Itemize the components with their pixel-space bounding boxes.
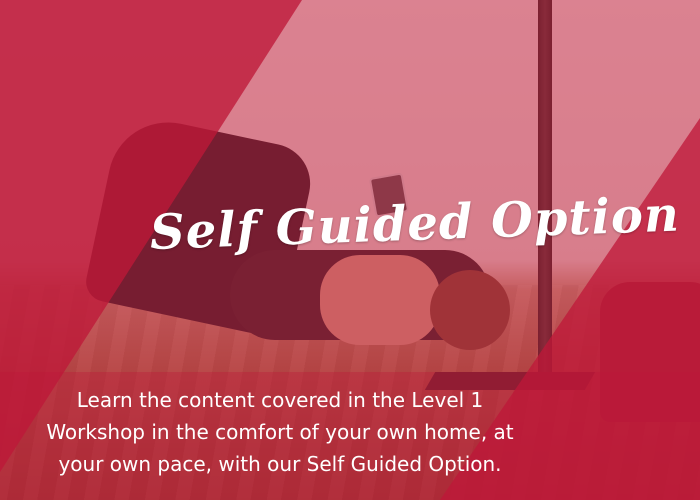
description-line: Learn the content covered in the Level 1: [76, 388, 484, 412]
description-line: your own pace, with our Self Guided Opti…: [58, 452, 502, 476]
description-line: Workshop in the comfort of your own home…: [46, 420, 514, 444]
banner-title: Self Guided Option: [149, 186, 681, 261]
promo-banner: Self Guided Option Learn the content cov…: [0, 0, 700, 500]
banner-description: Learn the content covered in the Level 1…: [10, 384, 550, 480]
